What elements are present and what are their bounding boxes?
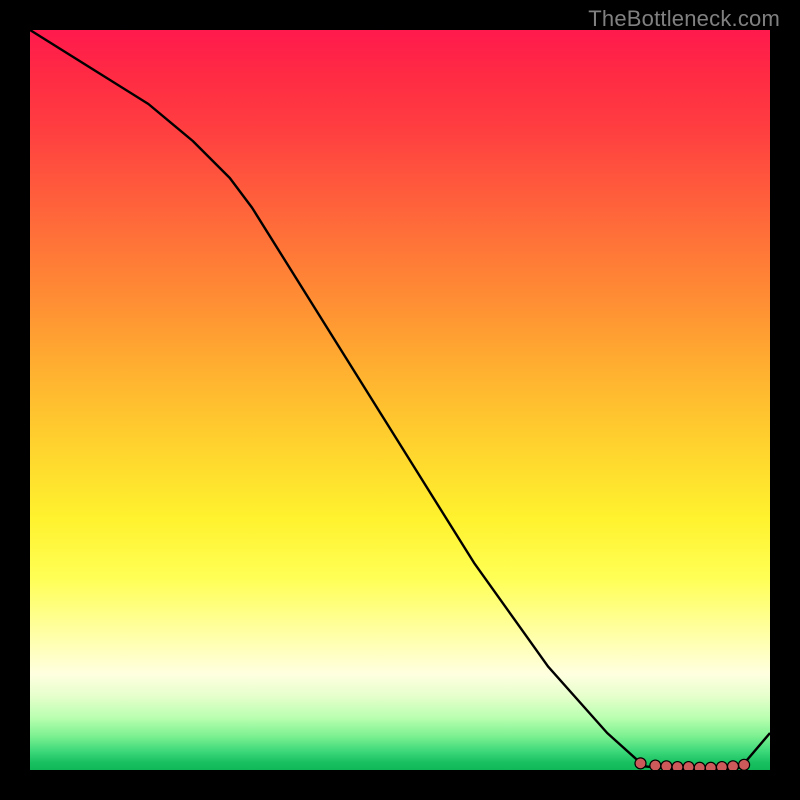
optimal-dot bbox=[739, 759, 750, 770]
optimal-dot bbox=[694, 762, 705, 770]
curve-layer bbox=[30, 30, 770, 770]
watermark-text: TheBottleneck.com bbox=[588, 6, 780, 32]
chart-overlay bbox=[30, 30, 770, 770]
chart-stage: TheBottleneck.com bbox=[0, 0, 800, 800]
optimal-dot bbox=[683, 762, 694, 770]
plot-area bbox=[30, 30, 770, 770]
bottleneck-curve bbox=[30, 30, 770, 770]
optimal-dot bbox=[705, 762, 716, 770]
optimal-dot bbox=[728, 761, 739, 770]
optimal-dot bbox=[672, 762, 683, 770]
optimal-dot bbox=[661, 761, 672, 770]
optimal-dot bbox=[716, 762, 727, 770]
optimal-dot bbox=[635, 758, 646, 769]
optimal-dots-layer bbox=[635, 758, 750, 770]
optimal-dot bbox=[650, 760, 661, 770]
